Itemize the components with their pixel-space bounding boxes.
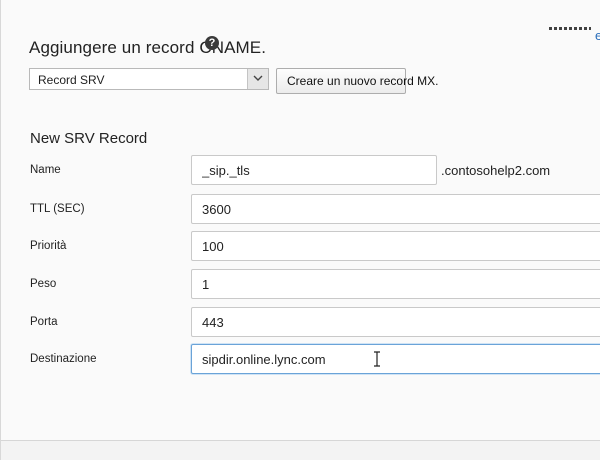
weight-label: Peso bbox=[30, 278, 57, 290]
record-type-selected-value: Record SRV bbox=[38, 73, 105, 87]
priority-label: Priorità bbox=[30, 240, 67, 252]
top-right-small-text bbox=[549, 27, 591, 30]
footer-band bbox=[1, 441, 600, 460]
port-label: Porta bbox=[30, 316, 58, 328]
section-title: New SRV Record bbox=[30, 130, 148, 147]
text-cursor-icon bbox=[374, 351, 380, 367]
chevron-down-icon[interactable] bbox=[247, 69, 268, 89]
top-right-link[interactable]: e bbox=[595, 28, 600, 43]
name-input[interactable] bbox=[191, 155, 437, 185]
target-label: Destinazione bbox=[30, 353, 97, 365]
domain-suffix: .contosohelp2.com bbox=[441, 163, 551, 178]
page-title: Aggiungere un record CNAME. bbox=[29, 38, 267, 57]
name-label: Name bbox=[30, 164, 61, 176]
target-input[interactable] bbox=[191, 344, 600, 374]
add-record-dialog: e Aggiungere un record CNAME. ? Record S… bbox=[0, 0, 600, 460]
port-input[interactable] bbox=[191, 307, 600, 337]
create-mx-record-button[interactable]: Creare un nuovo record MX. bbox=[276, 68, 438, 94]
priority-input[interactable] bbox=[191, 231, 600, 261]
weight-input[interactable] bbox=[191, 269, 600, 299]
ttl-input[interactable] bbox=[191, 194, 600, 224]
record-type-select[interactable]: Record SRV bbox=[29, 68, 269, 90]
ttl-label: TTL (SEC) bbox=[30, 203, 85, 215]
help-icon[interactable]: ? bbox=[205, 36, 219, 50]
